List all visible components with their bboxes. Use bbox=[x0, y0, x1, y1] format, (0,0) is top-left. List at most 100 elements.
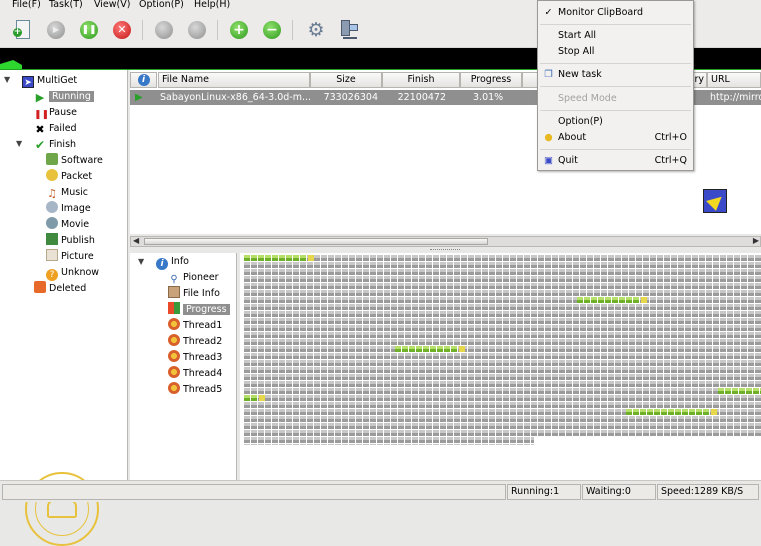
tree-item-pioneer[interactable]: ⚲ Pioneer bbox=[168, 270, 218, 285]
lightbulb-icon: ● bbox=[544, 132, 553, 143]
quit-icon: ▣ bbox=[544, 155, 553, 166]
remove-thread-button[interactable]: − bbox=[261, 19, 283, 41]
new-task-button[interactable]: + bbox=[12, 19, 34, 41]
network-icon bbox=[341, 20, 358, 39]
scrollbar-thumb[interactable] bbox=[144, 238, 488, 245]
cell-finish: 22100472 bbox=[397, 92, 446, 103]
scroll-right-icon[interactable]: ▶ bbox=[753, 236, 759, 245]
play-icon: ▶ bbox=[135, 92, 143, 103]
cross-icon: ✖ bbox=[35, 123, 45, 136]
packet-icon bbox=[46, 169, 58, 181]
downloaded-segment bbox=[626, 409, 717, 415]
tree-item-finish[interactable]: ✔ Finish bbox=[34, 137, 76, 152]
column-finish[interactable]: Finish bbox=[382, 72, 460, 88]
start-button[interactable]: ▶ bbox=[45, 19, 67, 41]
pause-button[interactable]: ❚❚ bbox=[78, 19, 100, 41]
menu-item-option[interactable]: Option(P) bbox=[538, 114, 693, 130]
tree-item-multiget[interactable]: ➤ MultiGet bbox=[22, 73, 77, 88]
cell-file-name: SabayonLinux-x86_64-3.0d-m... bbox=[160, 92, 312, 103]
tray-menu: ✓ Monitor ClipBoard Start All Stop All ❐… bbox=[537, 0, 694, 171]
menu-item-about[interactable]: ● About Ctrl+O bbox=[538, 130, 693, 146]
tree-item-deleted[interactable]: Deleted bbox=[34, 281, 86, 296]
toolbar-separator bbox=[142, 20, 143, 40]
thread-icon bbox=[168, 318, 180, 330]
tree-item-picture[interactable]: Picture bbox=[46, 249, 94, 264]
move-up-icon bbox=[155, 21, 173, 39]
tree-item-thread5[interactable]: Thread5 bbox=[168, 382, 222, 397]
info-icon: i bbox=[137, 74, 150, 86]
image-icon bbox=[46, 201, 58, 213]
column-progress[interactable]: Progress bbox=[460, 72, 522, 88]
menu-item-monitor-clipboard[interactable]: ✓ Monitor ClipBoard bbox=[538, 5, 693, 21]
progress-icon bbox=[168, 302, 180, 314]
expand-arrow-icon[interactable]: ▼ bbox=[138, 257, 144, 266]
tree-item-unknow[interactable]: ? Unknow bbox=[46, 265, 99, 281]
picture-icon bbox=[46, 249, 58, 261]
column-url[interactable]: URL bbox=[707, 72, 761, 88]
menu-separator bbox=[540, 24, 691, 25]
menu-file[interactable]: File(F) bbox=[12, 0, 41, 10]
tree-item-running[interactable]: ▶ Running bbox=[34, 89, 94, 104]
settings-button[interactable]: ⚙ bbox=[304, 19, 326, 41]
delete-button[interactable]: ✕ bbox=[111, 19, 133, 41]
status-waiting: Waiting:0 bbox=[582, 484, 656, 500]
tree-item-thread1[interactable]: Thread1 bbox=[168, 318, 222, 333]
expand-arrow-icon[interactable]: ▼ bbox=[16, 139, 22, 148]
move-up-button[interactable] bbox=[153, 19, 175, 41]
tree-item-music[interactable]: ♫ Music bbox=[46, 185, 88, 200]
tree-item-thread2[interactable]: Thread2 bbox=[168, 334, 222, 349]
menu-item-quit[interactable]: ▣ Quit Ctrl+Q bbox=[538, 153, 693, 169]
tree-item-thread3[interactable]: Thread3 bbox=[168, 350, 222, 365]
menu-separator bbox=[540, 63, 691, 64]
tree-item-image[interactable]: Image bbox=[46, 201, 91, 216]
column-size[interactable]: Size bbox=[310, 72, 382, 88]
column-file-name[interactable]: File Name bbox=[158, 72, 310, 88]
cell-progress: 3.01% bbox=[473, 92, 504, 103]
menu-item-start-all[interactable]: Start All bbox=[538, 28, 693, 44]
menu-item-stop-all[interactable]: Stop All bbox=[538, 44, 693, 60]
file-info-icon bbox=[168, 286, 180, 298]
music-icon: ♫ bbox=[47, 187, 57, 200]
check-icon: ✔ bbox=[34, 138, 46, 152]
tree-item-pause[interactable]: ❚❚Pause bbox=[34, 105, 77, 120]
menu-separator bbox=[540, 86, 691, 87]
tree-item-failed[interactable]: ✖ Failed bbox=[34, 121, 76, 136]
drop-target-icon[interactable] bbox=[703, 189, 727, 213]
tree-item-software[interactable]: Software bbox=[46, 153, 103, 168]
scroll-left-icon[interactable]: ◀ bbox=[133, 236, 139, 245]
toolbar-separator bbox=[292, 20, 293, 40]
info-icon: i bbox=[156, 258, 168, 270]
cell-url: http://mirro bbox=[710, 92, 761, 103]
menu-item-new-task[interactable]: ❐ New task bbox=[538, 67, 693, 83]
unknown-icon: ? bbox=[46, 269, 58, 281]
horizontal-scrollbar[interactable]: ◀ ▶ bbox=[130, 236, 761, 247]
multiget-icon: ➤ bbox=[22, 76, 34, 88]
downloaded-segment bbox=[244, 255, 314, 261]
expand-arrow-icon[interactable]: ▼ bbox=[4, 75, 10, 84]
add-thread-button[interactable]: + bbox=[228, 19, 250, 41]
downloaded-segment bbox=[244, 395, 265, 401]
thread-icon bbox=[168, 334, 180, 346]
status-message bbox=[2, 484, 506, 500]
menu-view[interactable]: View(V) bbox=[94, 0, 130, 10]
magnifier-icon: ⚲ bbox=[170, 274, 178, 285]
move-down-icon bbox=[188, 21, 206, 39]
tree-item-publish[interactable]: Publish bbox=[46, 233, 95, 248]
tree-item-file-info[interactable]: File Info bbox=[168, 286, 220, 301]
play-icon: ▶ bbox=[35, 91, 45, 104]
network-button[interactable] bbox=[338, 19, 360, 41]
tree-item-movie[interactable]: Movie bbox=[46, 217, 89, 232]
thread-icon bbox=[168, 350, 180, 362]
toolbar-separator bbox=[217, 20, 218, 40]
menu-help[interactable]: Help(H) bbox=[194, 0, 230, 10]
downloaded-segment bbox=[718, 388, 761, 394]
menu-item-speed-mode[interactable]: Speed Mode bbox=[538, 91, 693, 107]
tree-item-info[interactable]: i Info bbox=[156, 254, 189, 270]
tree-item-packet[interactable]: Packet bbox=[46, 169, 92, 184]
move-down-button[interactable] bbox=[186, 19, 208, 41]
menu-option[interactable]: Option(P) bbox=[139, 0, 184, 10]
column-status-header[interactable]: i bbox=[130, 72, 157, 88]
menu-task[interactable]: Task(T) bbox=[49, 0, 83, 10]
tree-item-progress[interactable]: Progress bbox=[168, 302, 230, 317]
tree-item-thread4[interactable]: Thread4 bbox=[168, 366, 222, 381]
